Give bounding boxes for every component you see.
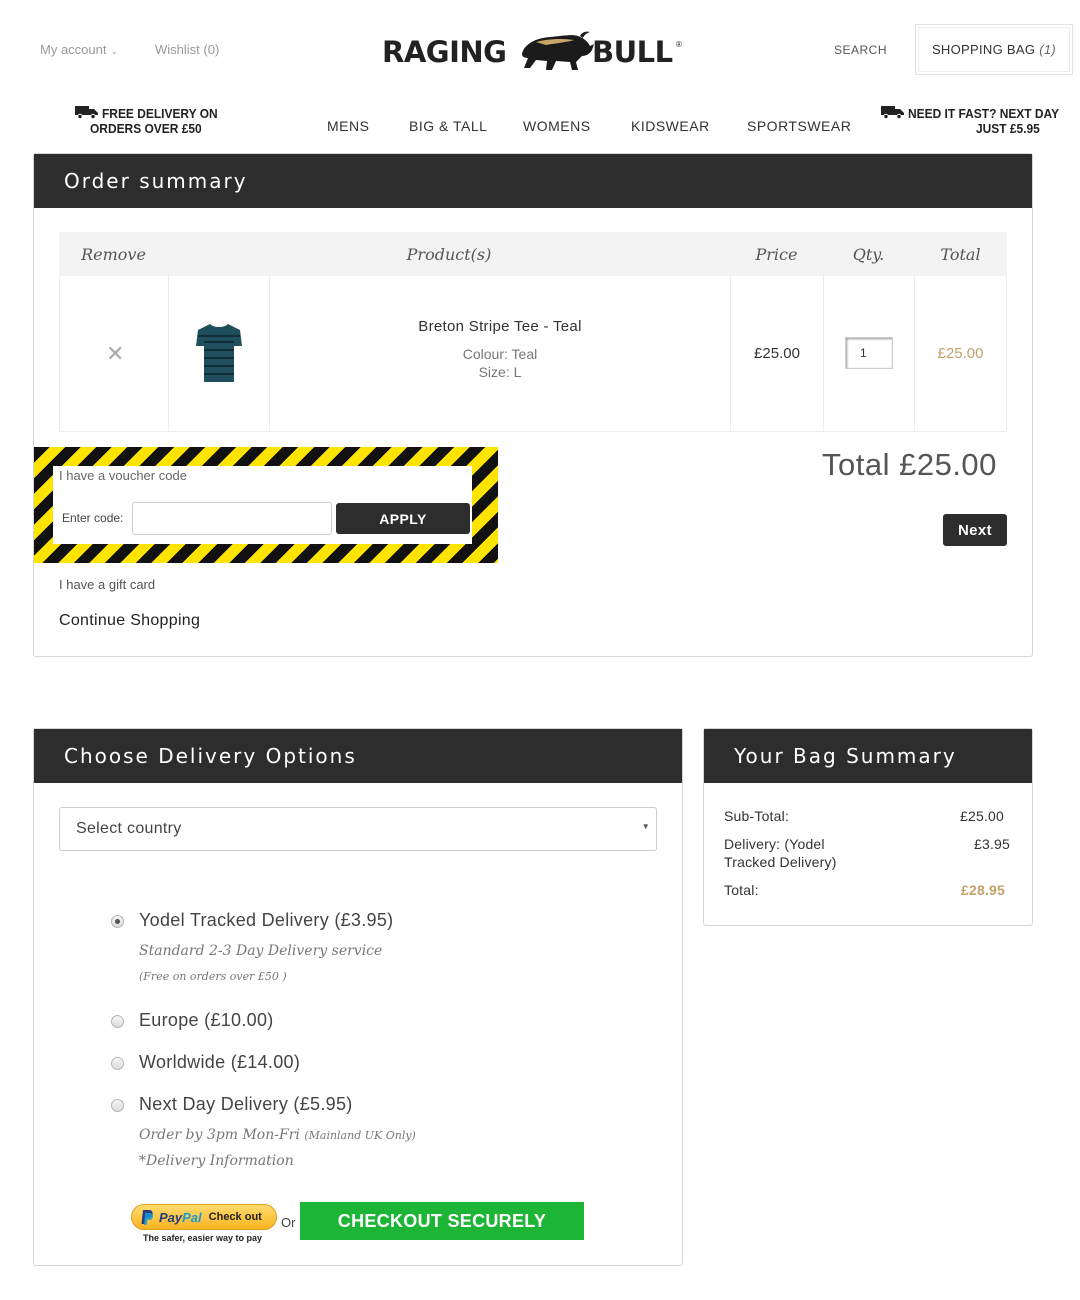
delivery-truck-icon [881, 106, 904, 119]
delivery-options-title: Choose Delivery Options [34, 729, 682, 783]
logo-text-right: BULL [592, 35, 673, 69]
total-cell: £25.00 [914, 276, 1007, 432]
next-day-mainland: (Mainland UK Only) [304, 1129, 416, 1142]
chevron-down-icon: ⌄ [110, 46, 119, 56]
delivery-value: £3.95 [974, 836, 1011, 852]
bag-summary-title: Your Bag Summary [704, 729, 1032, 783]
nav-kidswear[interactable]: KIDSWEAR [631, 118, 710, 134]
order-total-text: Total £25.00 [822, 447, 997, 482]
voucher-form: I have a voucher code Enter code: APPLY [53, 466, 472, 544]
radio-next-day[interactable] [111, 1099, 124, 1112]
paypal-brand-b: Pal [182, 1209, 202, 1225]
continue-shopping-link[interactable]: Continue Shopping [59, 612, 200, 630]
order-table: Remove Product(s) Price Qty. Total ✕ Bre… [59, 232, 1007, 432]
option-yodel-note: (Free on orders over £50 ) [139, 970, 287, 983]
voucher-heading[interactable]: I have a voucher code [59, 468, 187, 483]
radio-worldwide[interactable] [111, 1057, 124, 1070]
col-qty: Qty. [823, 232, 914, 276]
paypal-checkout-button[interactable]: Pay Pal Check out [131, 1204, 277, 1230]
search-link[interactable]: SEARCH [834, 43, 887, 57]
nav-womens[interactable]: WOMENS [523, 118, 591, 134]
next-day-cutoff: Order by 3pm Mon-Fri [139, 1127, 300, 1143]
delivery-label-line2: Tracked Delivery) [724, 854, 837, 870]
my-account-link[interactable]: My account ⌄ [40, 42, 118, 57]
raging-bull-logo[interactable]: RAGING BULL ® [382, 28, 684, 76]
quantity-input[interactable]: 1 [845, 337, 893, 369]
option-yodel-description: Standard 2-3 Day Delivery service [139, 943, 383, 959]
tshirt-thumbnail[interactable] [194, 322, 244, 384]
nav-big-tall[interactable]: BIG & TALL [409, 118, 487, 134]
logo-text-left: RAGING [382, 35, 507, 69]
option-next-day-label[interactable]: Next Day Delivery (£5.95) [139, 1094, 353, 1115]
col-remove: Remove [59, 232, 168, 276]
paypal-tagline: The safer, easier way to pay [143, 1233, 263, 1243]
col-price: Price [730, 232, 823, 276]
checkout-securely-button[interactable]: CHECKOUT SECURELY [300, 1202, 584, 1240]
option-europe-label[interactable]: Europe (£10.00) [139, 1010, 274, 1031]
or-separator: Or [281, 1215, 296, 1230]
gift-card-link[interactable]: I have a gift card [59, 577, 155, 592]
item-price: £25.00 [754, 345, 800, 362]
option-yodel-label[interactable]: Yodel Tracked Delivery (£3.95) [139, 910, 393, 931]
table-row-remove-cell: ✕ [59, 276, 168, 432]
product-info-cell: Breton Stripe Tee - Teal Colour: Teal Si… [269, 276, 730, 432]
radio-europe[interactable] [111, 1015, 124, 1028]
voucher-highlight-box: I have a voucher code Enter code: APPLY [34, 447, 498, 563]
shopping-bag-count: (1) [1039, 42, 1057, 57]
voucher-code-input[interactable] [132, 502, 332, 535]
delivery-truck-icon [75, 106, 98, 119]
remove-item-icon[interactable]: ✕ [106, 343, 124, 365]
qty-cell: 1 [823, 276, 914, 432]
subtotal-value: £25.00 [960, 808, 1005, 824]
country-select-value: Select country [76, 820, 182, 837]
col-total: Total [914, 232, 1007, 276]
summary-total-label: Total: [724, 882, 759, 898]
enter-code-label: Enter code: [62, 511, 124, 525]
promo-left-line1: FREE DELIVERY ON [102, 106, 218, 121]
my-account-label: My account [40, 42, 107, 57]
product-image-cell [168, 276, 269, 432]
delivery-label-line1: Delivery: (Yodel [724, 836, 825, 852]
nav-mens[interactable]: MENS [327, 118, 369, 134]
price-cell: £25.00 [730, 276, 823, 432]
nav-sportswear[interactable]: SPORTSWEAR [747, 118, 851, 134]
bull-logo-icon [522, 31, 594, 70]
product-colour: Colour: Teal [462, 346, 538, 362]
delivery-information-link[interactable]: *Delivery Information [139, 1153, 294, 1169]
shopping-bag-button[interactable]: SHOPPING BAG (1) [915, 24, 1073, 75]
promo-right-line1: NEED IT FAST? NEXT DAY [908, 106, 1060, 121]
option-next-day-description: Order by 3pm Mon-Fri (Mainland UK Only) [139, 1127, 416, 1143]
item-total: £25.00 [937, 345, 984, 362]
summary-total-value: £28.95 [961, 882, 1006, 898]
col-products: Product(s) [168, 232, 730, 276]
promo-left-line2: ORDERS OVER £50 [90, 121, 202, 136]
paypal-brand-a: Pay [159, 1209, 183, 1225]
wishlist-link[interactable]: Wishlist (0) [155, 42, 219, 57]
paypal-checkout-label: Check out [208, 1211, 262, 1223]
country-select[interactable]: Select country ▼ [59, 807, 657, 851]
registered-mark: ® [676, 40, 682, 49]
product-name[interactable]: Breton Stripe Tee - Teal [270, 318, 730, 335]
select-arrow-icon: ▼ [641, 822, 650, 831]
apply-voucher-button[interactable]: APPLY [336, 503, 470, 534]
product-size: Size: L [478, 364, 522, 380]
subtotal-label: Sub-Total: [724, 808, 790, 824]
shopping-bag-label: SHOPPING BAG [931, 42, 1036, 57]
option-worldwide-label[interactable]: Worldwide (£14.00) [139, 1052, 300, 1073]
next-button[interactable]: Next [943, 514, 1007, 546]
order-summary-title: Order summary [34, 154, 1032, 208]
radio-yodel-tracked[interactable] [111, 915, 124, 928]
paypal-icon [141, 1210, 154, 1225]
promo-right-line2: JUST £5.95 [976, 121, 1040, 136]
